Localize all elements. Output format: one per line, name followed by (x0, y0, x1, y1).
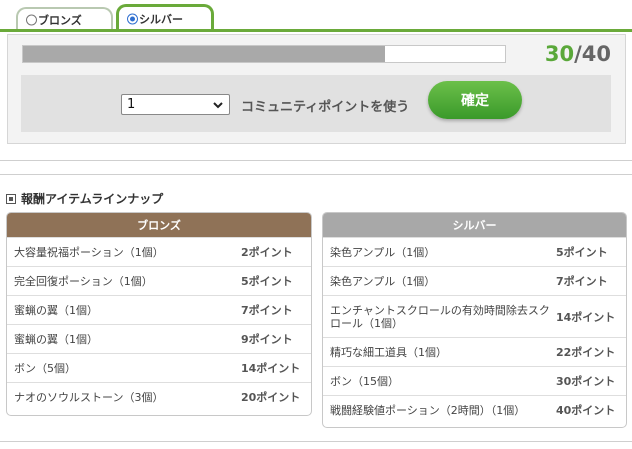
item-name: 完全回復ポーション（1個） (14, 274, 153, 288)
item-name: 精巧な細工道具（1個） (330, 345, 447, 359)
chevron-down-icon (213, 102, 223, 109)
section-title: 報酬アイテムラインナップ (21, 192, 164, 206)
progress-fill (23, 46, 385, 62)
use-points-label: コミュニティポイントを使う (241, 100, 410, 115)
table-row: ナオのソウルストーン（3個） 20ポイント (7, 382, 311, 411)
section-bullet-icon (6, 193, 16, 204)
table-row: エンチャントスクロールの有効時間除去スクロール（1個） 14ポイント (323, 295, 626, 337)
item-points: 30ポイント (556, 375, 616, 388)
item-name: 染色アンプル（1個） (330, 245, 436, 259)
item-name: ナオのソウルストーン（3個） (14, 390, 164, 404)
divider (0, 441, 632, 442)
silver-reward-table: シルバー 染色アンプル（1個） 5ポイント 染色アンプル（1個） 7ポイント エンチ… (322, 212, 627, 428)
item-points: 20ポイント (241, 391, 301, 404)
bronze-table-header: ブロンズ (7, 213, 311, 237)
item-points: 9ポイント (241, 333, 293, 346)
divider (0, 174, 632, 175)
tab-silver[interactable]: シルバー (116, 4, 214, 30)
silver-table-header: シルバー (323, 213, 626, 237)
use-points-box: 1 コミュニティポイントを使う 確定 (21, 75, 611, 132)
item-points: 5ポイント (556, 246, 608, 259)
item-name: エンチャントスクロールの有効時間除去スクロール（1個） (330, 303, 550, 330)
item-name: 蜜蝋の翼（1個） (14, 303, 98, 317)
item-points: 7ポイント (556, 275, 608, 288)
progress-bar (22, 45, 506, 63)
points-counter: 30/40 (545, 42, 611, 66)
tab-bronze-label: ブロンズ (38, 13, 82, 27)
table-row: 染色アンプル（1個） 7ポイント (323, 266, 626, 295)
table-row: 戦闘経験値ポーション（2時間）（1個） 40ポイント (323, 395, 626, 424)
divider (0, 160, 632, 161)
table-row: 完全回復ポーション（1個） 5ポイント (7, 266, 311, 295)
item-points: 2ポイント (241, 246, 293, 259)
tab-silver-label: シルバー (139, 12, 183, 26)
item-points: 40ポイント (556, 404, 616, 417)
item-points: 22ポイント (556, 346, 616, 359)
quantity-select-value: 1 (127, 97, 136, 112)
item-name: 戦闘経験値ポーション（2時間）（1個） (330, 403, 526, 417)
current-points: 30 (544, 42, 575, 66)
item-name: ボン（15個） (330, 374, 399, 388)
points-panel: 30/40 1 コミュニティポイントを使う 確定 (7, 34, 626, 144)
item-points: 5ポイント (241, 275, 293, 288)
table-row: ボン（5個） 14ポイント (7, 353, 311, 382)
item-points: 14ポイント (241, 362, 301, 375)
table-row: 蜜蝋の翼（1個） 7ポイント (7, 295, 311, 324)
table-row: 染色アンプル（1個） 5ポイント (323, 237, 626, 266)
quantity-select[interactable]: 1 (121, 94, 230, 115)
bronze-reward-table: ブロンズ 大容量祝福ポーション（1個） 2ポイント 完全回復ポーション（1個） 5ポ… (6, 212, 312, 416)
item-name: 蜜蝋の翼（1個） (14, 332, 98, 346)
item-points: 7ポイント (241, 304, 293, 317)
points-separator: / (574, 42, 582, 66)
item-name: 染色アンプル（1個） (330, 274, 436, 288)
section-heading: 報酬アイテムラインナップ (6, 190, 163, 207)
item-points: 14ポイント (556, 310, 616, 324)
table-row: 蜜蝋の翼（1個） 9ポイント (7, 324, 311, 353)
tab-underline (0, 29, 632, 32)
confirm-button[interactable]: 確定 (428, 81, 522, 119)
table-row: 精巧な細工道具（1個） 22ポイント (323, 337, 626, 366)
table-row: ボン（15個） 30ポイント (323, 366, 626, 395)
bronze-radio-icon[interactable] (26, 14, 37, 25)
tab-bronze[interactable]: ブロンズ (16, 7, 113, 30)
item-name: ボン（5個） (14, 361, 76, 375)
item-name: 大容量祝福ポーション（1個） (14, 245, 164, 259)
total-points: 40 (581, 42, 611, 66)
table-row: 大容量祝福ポーション（1個） 2ポイント (7, 237, 311, 266)
silver-radio-icon[interactable] (127, 13, 138, 24)
